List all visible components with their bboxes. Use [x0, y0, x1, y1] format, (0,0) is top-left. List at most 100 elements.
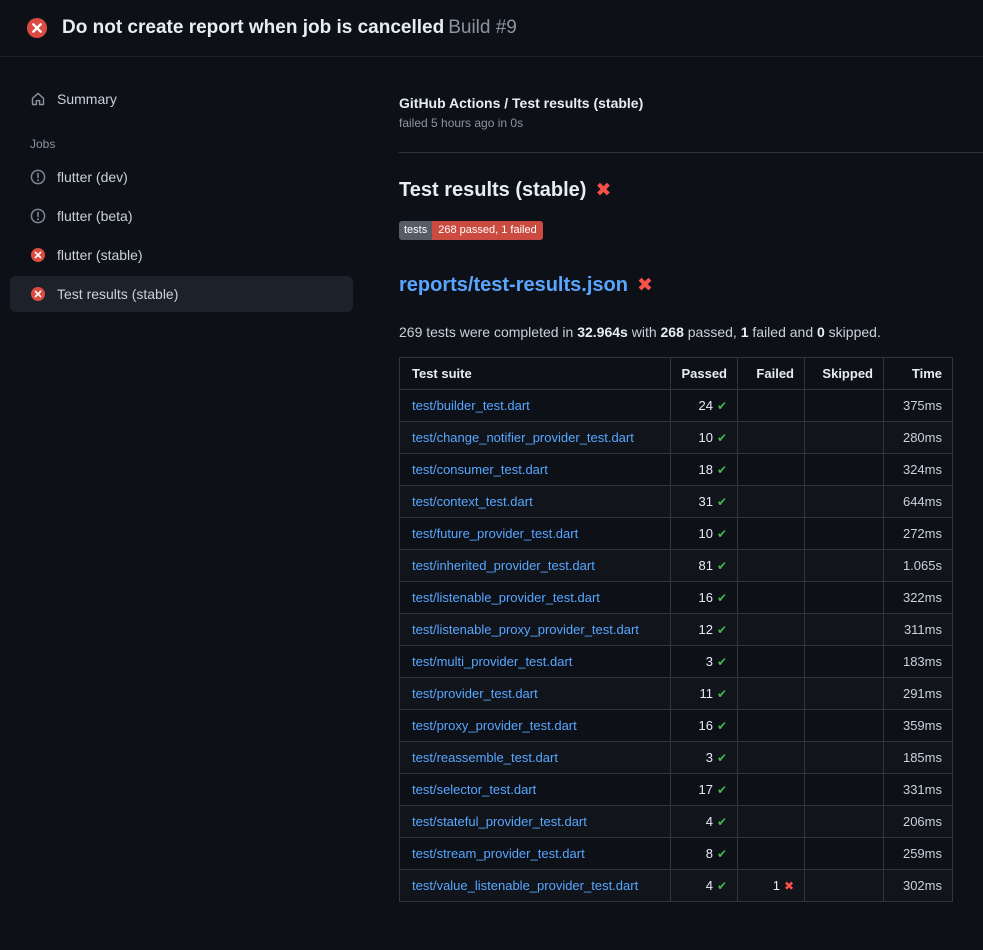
suite-link[interactable]: test/provider_test.dart: [412, 686, 538, 701]
passed-cell: 24✔: [671, 390, 738, 422]
table-row: test/multi_provider_test.dart 3✔ 183ms: [400, 646, 953, 678]
failed-cell: [738, 742, 805, 774]
check-icon: ✔: [717, 623, 727, 637]
time-cell: 331ms: [884, 774, 953, 806]
sidebar-item-summary[interactable]: Summary: [10, 83, 353, 115]
time-cell: 291ms: [884, 678, 953, 710]
badge-value: 268 passed, 1 failed: [432, 221, 542, 240]
skipped-cell: [805, 774, 884, 806]
report-link[interactable]: reports/test-results.json: [399, 274, 628, 297]
table-header-row: Test suite Passed Failed Skipped Time: [400, 358, 953, 390]
suite-link[interactable]: test/context_test.dart: [412, 494, 533, 509]
suite-link[interactable]: test/proxy_provider_test.dart: [412, 718, 577, 733]
sidebar-item-flutter-dev[interactable]: flutter (dev): [10, 159, 353, 195]
suite-link[interactable]: test/listenable_provider_test.dart: [412, 590, 600, 605]
passed-cell: 10✔: [671, 518, 738, 550]
passed-count: 4: [706, 878, 713, 893]
failed-cell: [738, 582, 805, 614]
suite-link[interactable]: test/builder_test.dart: [412, 398, 530, 413]
suite-cell: test/consumer_test.dart: [400, 454, 671, 486]
col-passed: Passed: [671, 358, 738, 390]
passed-count: 8: [706, 846, 713, 861]
table-row: test/stream_provider_test.dart8✔259ms: [400, 838, 953, 870]
check-icon: ✔: [717, 783, 727, 797]
time-cell: 644ms: [884, 486, 953, 518]
time-cell: 1.065s: [884, 550, 953, 582]
passed-count: 31: [698, 494, 712, 509]
suite-link[interactable]: test/future_provider_test.dart: [412, 526, 578, 541]
sidebar-item-label: Test results (stable): [57, 286, 178, 302]
passed-cell: 3✔: [671, 646, 738, 678]
suite-link[interactable]: test/multi_provider_test.dart: [412, 654, 572, 669]
skipped-cell: [805, 550, 884, 582]
skipped-cell: [805, 422, 884, 454]
suite-link[interactable]: test/stream_provider_test.dart: [412, 846, 585, 861]
col-time: Time: [884, 358, 953, 390]
time-cell: 183ms: [884, 646, 953, 678]
check-icon: ✔: [717, 815, 727, 829]
suite-link[interactable]: test/selector_test.dart: [412, 782, 536, 797]
sidebar-item-test-results-stable[interactable]: Test results (stable): [10, 276, 353, 312]
suite-cell: test/inherited_provider_test.dart: [400, 550, 671, 582]
table-row: test/provider_test.dart 11 ✔ 291ms: [400, 678, 953, 710]
build-header: Do not create report when job is cancell…: [0, 0, 983, 57]
check-icon: ✔: [717, 527, 727, 541]
suite-cell: test/reassemble_test.dart: [400, 742, 671, 774]
table-row: test/future_provider_test.dart10✔272ms: [400, 518, 953, 550]
test-results-table: Test suite Passed Failed Skipped Time te…: [399, 357, 953, 902]
suite-link[interactable]: test/reassemble_test.dart: [412, 750, 558, 765]
failed-cell: [738, 838, 805, 870]
failed-cell: [738, 486, 805, 518]
table-row: test/listenable_provider_test.dart16✔322…: [400, 582, 953, 614]
skipped-cell: [805, 518, 884, 550]
passed-cell: 18✔: [671, 454, 738, 486]
summary-skipped-count: 0: [817, 324, 825, 340]
passed-cell: 12✔: [671, 614, 738, 646]
failed-cell: [738, 422, 805, 454]
check-icon: ✔: [717, 463, 727, 477]
sidebar-item-flutter-beta[interactable]: flutter (beta): [10, 198, 353, 234]
suite-link[interactable]: test/stateful_provider_test.dart: [412, 814, 587, 829]
table-row: test/inherited_provider_test.dart81✔1.06…: [400, 550, 953, 582]
sidebar-item-flutter-stable[interactable]: flutter (stable): [10, 237, 353, 273]
check-icon: ✔: [717, 687, 727, 701]
check-icon: ✔: [717, 431, 727, 445]
suite-link[interactable]: test/inherited_provider_test.dart: [412, 558, 595, 573]
suite-cell: test/change_notifier_provider_test.dart: [400, 422, 671, 454]
passed-count: 11: [699, 686, 713, 701]
time-cell: 359ms: [884, 710, 953, 742]
failed-cell: [738, 678, 805, 710]
suite-cell: test/selector_test.dart: [400, 774, 671, 806]
suite-link[interactable]: test/listenable_proxy_provider_test.dart: [412, 622, 639, 637]
failed-cell: [738, 710, 805, 742]
time-cell: 375ms: [884, 390, 953, 422]
passed-count: 10: [698, 430, 712, 445]
col-skipped: Skipped: [805, 358, 884, 390]
table-row: test/reassemble_test.dart3✔185ms: [400, 742, 953, 774]
sidebar-item-label: flutter (beta): [57, 208, 132, 224]
suite-cell: test/stream_provider_test.dart: [400, 838, 671, 870]
test-results-table-body: test/builder_test.dart 24✔ 375ms test/chang…: [400, 390, 953, 902]
check-icon: ✔: [717, 847, 727, 861]
skipped-cell: [805, 646, 884, 678]
summary-text: with: [628, 324, 661, 340]
suite-link[interactable]: test/consumer_test.dart: [412, 462, 548, 477]
failed-cell: [738, 518, 805, 550]
failed-status-icon: [26, 17, 48, 39]
suite-link[interactable]: test/change_notifier_provider_test.dart: [412, 430, 634, 445]
suite-cell: test/provider_test.dart: [400, 678, 671, 710]
page-layout: Summary Jobs flutter (dev) flutter (beta…: [0, 57, 983, 902]
build-number: Build #9: [448, 17, 517, 38]
skipped-cell: [805, 678, 884, 710]
suite-link[interactable]: test/value_listenable_provider_test.dart: [412, 878, 638, 893]
breadcrumb[interactable]: GitHub Actions / Test results (stable): [399, 95, 983, 111]
skipped-cell: [805, 486, 884, 518]
home-icon: [30, 91, 46, 107]
suite-cell: test/proxy_provider_test.dart: [400, 710, 671, 742]
table-row: test/stateful_provider_test.dart4✔206ms: [400, 806, 953, 838]
table-row: test/context_test.dart31✔644ms: [400, 486, 953, 518]
failed-cell: 1✖: [738, 870, 805, 902]
failed-status-icon: [30, 247, 46, 263]
passed-cell: 4✔: [671, 806, 738, 838]
sidebar-item-label: Summary: [57, 91, 117, 107]
